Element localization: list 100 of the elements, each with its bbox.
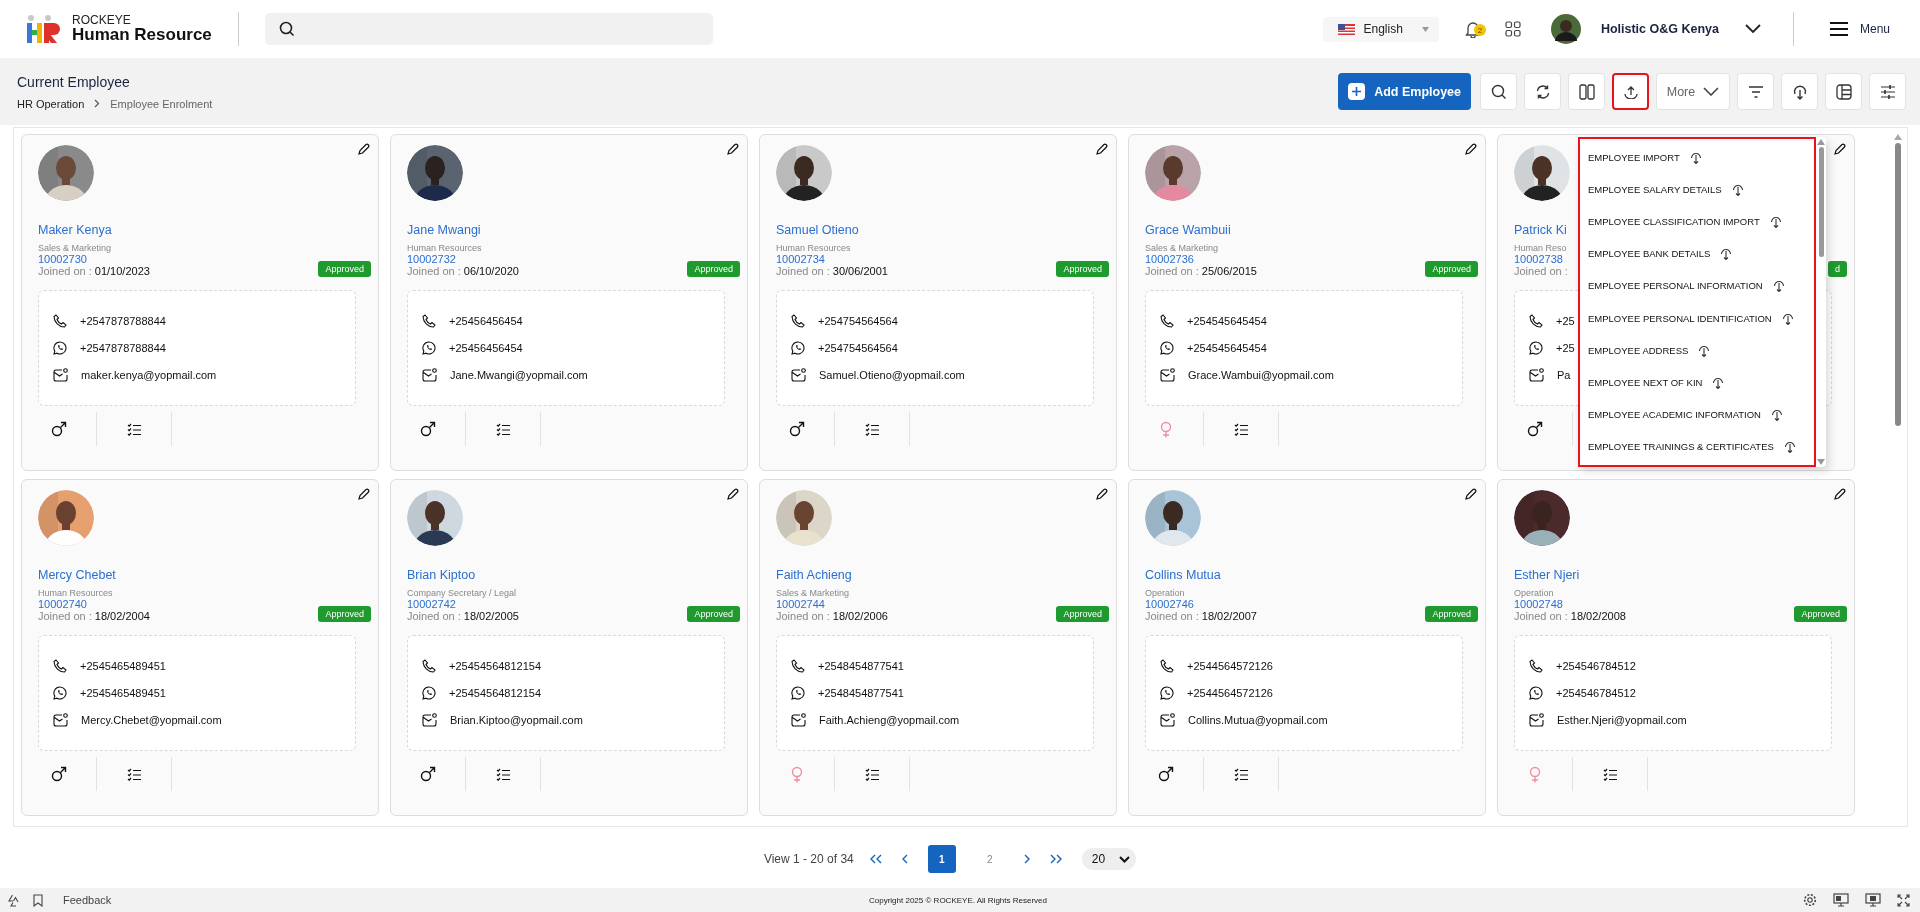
employee-name[interactable]: Grace Wambuii bbox=[1145, 223, 1477, 237]
email-address[interactable]: Brian.Kiptoo@yopmail.com bbox=[450, 714, 583, 726]
first-page-icon[interactable] bbox=[869, 854, 882, 864]
breadcrumb-item[interactable]: HR Operation bbox=[17, 97, 85, 110]
menu-item[interactable]: EMPLOYEE ACADEMIC INFORMATION bbox=[1588, 408, 1814, 422]
mail-icon bbox=[53, 713, 68, 727]
refresh-button[interactable] bbox=[1524, 73, 1561, 110]
employee-name[interactable]: Faith Achieng bbox=[776, 568, 1108, 582]
breadcrumb-item[interactable]: Employee Enrolment bbox=[110, 97, 213, 110]
edit-icon[interactable] bbox=[726, 143, 739, 156]
next-page-icon[interactable] bbox=[1023, 854, 1030, 864]
menu-item[interactable]: EMPLOYEE CLASSIFICATION IMPORT bbox=[1588, 214, 1814, 228]
employee-name[interactable]: Samuel Otieno bbox=[776, 223, 1108, 237]
joined-label: Joined on : bbox=[1145, 265, 1199, 277]
phone-number: +25456456454 bbox=[449, 315, 523, 327]
status-badge: Approved bbox=[687, 261, 740, 277]
settings-icon[interactable] bbox=[1803, 893, 1817, 907]
upload-button[interactable] bbox=[1612, 73, 1649, 110]
scroll-down-icon[interactable] bbox=[1817, 459, 1825, 465]
menu-item[interactable]: EMPLOYEE SALARY DETAILS bbox=[1588, 182, 1814, 196]
employee-name[interactable]: Esther Njeri bbox=[1514, 568, 1846, 582]
menu-item[interactable]: EMPLOYEE ADDRESS bbox=[1588, 343, 1814, 357]
employee-id: 10002746 bbox=[1145, 598, 1195, 610]
edit-icon[interactable] bbox=[1464, 488, 1477, 501]
recycle-icon[interactable] bbox=[6, 893, 19, 907]
feedback-link[interactable]: Feedback bbox=[63, 894, 112, 906]
edit-icon[interactable] bbox=[1095, 143, 1108, 156]
previous-page-icon[interactable] bbox=[901, 854, 908, 864]
menu-item[interactable]: EMPLOYEE PERSONAL INFORMATION bbox=[1588, 279, 1814, 293]
language-select[interactable]: English bbox=[1322, 16, 1439, 42]
checklist-icon[interactable] bbox=[1233, 767, 1249, 781]
edit-icon[interactable] bbox=[1833, 488, 1846, 501]
monitor-icon[interactable] bbox=[1833, 893, 1849, 907]
email-address[interactable]: Jane.Mwangi@yopmail.com bbox=[450, 369, 588, 381]
edit-icon[interactable] bbox=[357, 143, 370, 156]
edit-icon[interactable] bbox=[726, 488, 739, 501]
employee-name[interactable]: Mercy Chebet bbox=[38, 568, 370, 582]
email-address[interactable]: Samuel.Otieno@yopmail.com bbox=[819, 369, 965, 381]
checklist-icon[interactable] bbox=[1233, 422, 1249, 436]
download-button[interactable] bbox=[1781, 73, 1818, 110]
sliders-button[interactable] bbox=[1869, 73, 1906, 110]
department: Human Resources bbox=[38, 588, 114, 598]
menu-item[interactable]: EMPLOYEE NEXT OF KIN bbox=[1588, 375, 1814, 389]
page-button[interactable]: 1 bbox=[927, 845, 956, 873]
fullscreen-icon[interactable] bbox=[1897, 893, 1910, 907]
employee-name[interactable]: Brian Kiptoo bbox=[407, 568, 739, 582]
scroll-up-icon[interactable] bbox=[1817, 139, 1825, 145]
menu-button[interactable]: Menu bbox=[1819, 22, 1920, 36]
whatsapp-number: +2544564572126 bbox=[1187, 687, 1273, 699]
email-address[interactable]: Grace.Wambui@yopmail.com bbox=[1188, 369, 1334, 381]
search-field[interactable] bbox=[264, 13, 713, 45]
add-employee-button[interactable]: Add Employee bbox=[1338, 73, 1471, 110]
mail-icon bbox=[53, 368, 68, 382]
mail-icon bbox=[422, 713, 437, 727]
email-address[interactable]: Esther.Njeri@yopmail.com bbox=[1557, 714, 1687, 726]
employee-name[interactable]: Maker Kenya bbox=[38, 223, 370, 237]
user-name[interactable]: Holistic O&G Kenya bbox=[1600, 22, 1719, 36]
edit-icon[interactable] bbox=[357, 488, 370, 501]
menu-item[interactable]: EMPLOYEE IMPORT bbox=[1588, 150, 1814, 164]
last-page-icon[interactable] bbox=[1049, 854, 1062, 864]
phone-number: +254545645454 bbox=[1187, 315, 1267, 327]
checklist-icon[interactable] bbox=[495, 767, 511, 781]
checklist-icon[interactable] bbox=[126, 767, 142, 781]
search-button[interactable] bbox=[1480, 73, 1517, 110]
notification-button[interactable]: 2 bbox=[1464, 19, 1485, 39]
menu-item[interactable]: EMPLOYEE BANK DETAILS bbox=[1588, 247, 1814, 261]
checklist-icon[interactable] bbox=[126, 422, 142, 436]
edit-icon[interactable] bbox=[1833, 143, 1846, 156]
scrollbar[interactable] bbox=[1816, 137, 1826, 467]
bookmark-icon[interactable] bbox=[33, 893, 43, 907]
status-badge: Approved bbox=[1056, 261, 1109, 277]
status-badge: Approved bbox=[687, 606, 740, 622]
columns-button[interactable] bbox=[1568, 73, 1605, 110]
email-address[interactable]: Collins.Mutua@yopmail.com bbox=[1188, 714, 1328, 726]
menu-item[interactable]: EMPLOYEE TRAININGS & CERTIFICATES bbox=[1588, 440, 1814, 454]
checklist-icon[interactable] bbox=[864, 767, 880, 781]
checklist-icon[interactable] bbox=[495, 422, 511, 436]
email-address[interactable]: Pa bbox=[1557, 369, 1571, 381]
edit-icon[interactable] bbox=[1464, 143, 1477, 156]
filter-button[interactable] bbox=[1737, 73, 1774, 110]
phone-icon bbox=[422, 314, 436, 328]
more-button[interactable]: More bbox=[1656, 73, 1730, 110]
chevron-down-icon[interactable] bbox=[1744, 24, 1761, 34]
whatsapp-icon bbox=[1529, 341, 1543, 355]
presentation-icon[interactable] bbox=[1865, 893, 1881, 907]
edit-icon[interactable] bbox=[1095, 488, 1108, 501]
avatar[interactable] bbox=[1550, 14, 1581, 44]
email-address[interactable]: Mercy.Chebet@yopmail.com bbox=[81, 714, 222, 726]
page-size-select[interactable]: 20 bbox=[1081, 848, 1137, 870]
page-button[interactable]: 2 bbox=[975, 845, 1004, 873]
apps-grid-icon[interactable] bbox=[1504, 21, 1521, 37]
employee-name[interactable]: Jane Mwangi bbox=[407, 223, 739, 237]
layout-button[interactable] bbox=[1825, 73, 1862, 110]
checklist-icon[interactable] bbox=[864, 422, 880, 436]
whatsapp-number: +254546784512 bbox=[1556, 687, 1636, 699]
email-address[interactable]: maker.kenya@yopmail.com bbox=[81, 369, 217, 381]
employee-name[interactable]: Collins Mutua bbox=[1145, 568, 1477, 582]
checklist-icon[interactable] bbox=[1602, 767, 1618, 781]
email-address[interactable]: Faith.Achieng@yopmail.com bbox=[819, 714, 960, 726]
menu-item[interactable]: EMPLOYEE PERSONAL IDENTIFICATION bbox=[1588, 311, 1814, 325]
